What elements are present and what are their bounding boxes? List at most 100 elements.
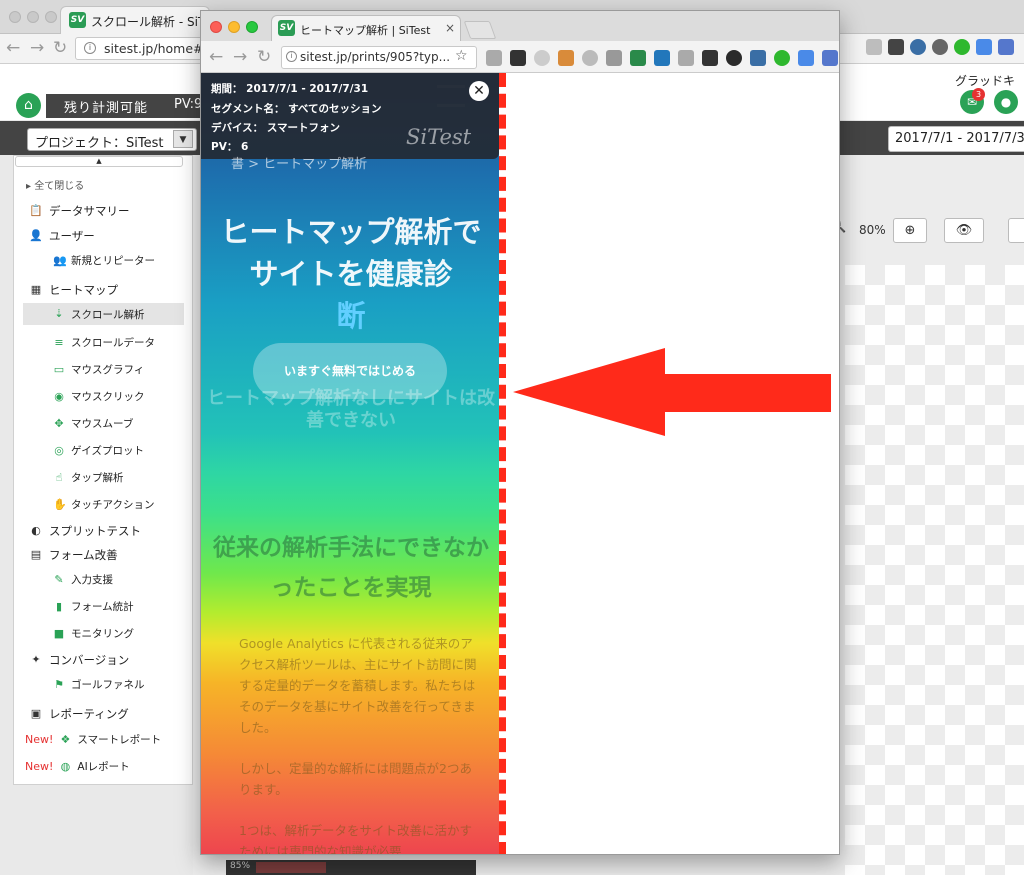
toolbar-button[interactable] — [1008, 218, 1024, 243]
report-icon: ▣ — [30, 707, 42, 720]
popup-tab[interactable]: SV ヒートマップ解析 | SiTest — [271, 15, 461, 41]
mouse-move-icon: ✥ — [54, 416, 64, 430]
home-icon[interactable]: ⌂ — [16, 93, 41, 118]
sidebar-item[interactable]: ■ モニタリング — [53, 626, 134, 641]
sidebar-item[interactable]: ◐ スプリットテスト — [29, 523, 141, 539]
sidebar-item[interactable]: ⚑ ゴールファネル — [53, 677, 144, 692]
window-close-button[interactable] — [9, 11, 21, 23]
project-select[interactable]: プロジェクト：SiTest — [27, 128, 197, 151]
sidebar-item[interactable]: 👤 ユーザー — [29, 228, 95, 244]
user-icon: 👤 — [29, 229, 43, 242]
body-paragraph: しかし、定量的な解析には問題点が2つあります。 — [239, 761, 472, 797]
sidebar-item[interactable]: ▦ ヒートマップ — [29, 282, 118, 298]
sidebar-item[interactable]: ◎ ゲイズプロット — [53, 443, 144, 458]
sitest-favicon-icon: SV — [278, 20, 295, 36]
hero-title-last: 断 — [336, 299, 366, 333]
forward-icon[interactable]: → — [30, 38, 44, 58]
calendar-ext-icon[interactable] — [510, 50, 526, 66]
sidebar-item[interactable]: New! ◍ AIレポート — [25, 759, 130, 774]
camera-ext-icon[interactable] — [866, 39, 882, 55]
popup-minimize-button[interactable] — [228, 21, 240, 33]
back-icon[interactable]: ← — [209, 47, 223, 67]
popup-close-button[interactable] — [210, 21, 222, 33]
glasses-ext-icon[interactable] — [702, 50, 718, 66]
tool-ext-icon[interactable] — [606, 50, 622, 66]
sidebar-item-label: レポーティング — [49, 707, 129, 721]
sidebar-item-label: ヒートマップ — [49, 283, 118, 297]
sidebar-item[interactable]: New! ❖ スマートレポート — [25, 732, 161, 747]
form-icon: ▤ — [30, 548, 42, 561]
reload-icon[interactable]: ↻ — [257, 47, 271, 67]
popup-url-input[interactable]: i sitest.jp/prints/905?typ... — [281, 46, 477, 69]
key-ext-icon[interactable] — [558, 50, 574, 66]
sidebar-item-label: スクロール解析 — [71, 308, 145, 321]
pen-ext-icon[interactable] — [630, 50, 646, 66]
reload-icon[interactable]: ↻ — [53, 38, 67, 58]
info-icon: i — [84, 42, 96, 54]
forward-icon[interactable]: → — [233, 47, 247, 67]
scroll-icon: ⇣ — [54, 307, 64, 320]
sidebar-item[interactable]: ✋ タッチアクション — [53, 497, 154, 512]
dark-ext-icon[interactable] — [726, 50, 742, 66]
bookmark-star-icon[interactable]: ☆ — [455, 48, 468, 64]
circle-ext-icon[interactable] — [910, 39, 926, 55]
sidebar-item-label: 新規とリピーター — [71, 255, 155, 267]
translate-ext-icon[interactable] — [822, 50, 838, 66]
body-paragraph: 1つは、解析データをサイト改善に活かすためには専門的な知識が必要 — [239, 823, 472, 855]
g-ext-icon[interactable] — [976, 39, 992, 55]
background-browser-tab[interactable]: SV スクロール解析 - SiTest — [60, 6, 210, 34]
breadcrumb[interactable]: 書 > ヒートマップ解析 — [231, 153, 367, 172]
photo-ext-icon[interactable] — [750, 50, 766, 66]
close-icon[interactable]: ✕ — [469, 81, 489, 101]
green-ext-icon[interactable] — [954, 39, 970, 55]
settings-ext-icon[interactable] — [582, 50, 598, 66]
camera-ext-icon[interactable] — [678, 50, 694, 66]
input-icon: ✎ — [54, 572, 64, 586]
glasses-ext-icon[interactable] — [888, 39, 904, 55]
sidebar-item[interactable]: 📋 データサマリー — [29, 203, 129, 219]
photo-ext-icon[interactable] — [932, 39, 948, 55]
popup-extension-toolbar: ⋮ — [486, 49, 839, 67]
url-input[interactable]: i sitest.jp/home#/pr — [75, 37, 215, 60]
tab-close-icon[interactable]: × — [445, 21, 455, 35]
account-icon[interactable]: ● — [994, 90, 1018, 114]
shield-ext-icon[interactable] — [534, 50, 550, 66]
green-ext-icon[interactable] — [774, 50, 790, 66]
sidebar-item[interactable]: ≡ スクロールデータ — [53, 335, 155, 350]
camera-icon: ■ — [53, 626, 65, 640]
sidebar-item-label: スマートレポート — [77, 734, 162, 746]
popup-zoom-button[interactable] — [246, 21, 258, 33]
sitest-favicon-icon: SV — [69, 12, 86, 28]
pv-counter: PV:9 — [174, 97, 203, 112]
scale-label: 85% — [230, 861, 251, 871]
sidebar-item[interactable]: ▮ フォーム統計 — [53, 599, 134, 614]
sidebar-item[interactable]: ☝ タップ解析 — [53, 470, 124, 485]
sidebar-item[interactable]: ✎ 入力支援 — [53, 572, 113, 587]
sidebar-item[interactable]: ▤ フォーム改善 — [29, 547, 118, 563]
sidebar-item[interactable]: ▭ マウスグラフィ — [53, 362, 145, 377]
sidebar-item[interactable]: ⇣ スクロール解析 — [23, 303, 184, 325]
sidebar-item[interactable]: ✦ コンバージョン — [29, 652, 129, 668]
chevron-down-icon[interactable]: ▼ — [173, 130, 193, 148]
tap-icon: ☝ — [55, 470, 63, 484]
body-paragraph: Google Analytics に代表される従来のアクセス解析ツールは、主にサ… — [239, 636, 477, 735]
s-ext-icon[interactable] — [654, 50, 670, 66]
g-ext-icon[interactable] — [798, 50, 814, 66]
back-icon[interactable]: ← — [6, 38, 20, 58]
window-zoom-button[interactable] — [45, 11, 57, 23]
eye-button[interactable]: 👁 — [944, 218, 984, 243]
sidebar-item[interactable]: 👥 新規とリピーター — [53, 253, 155, 268]
sidebar-item-label: スプリットテスト — [49, 524, 141, 538]
sidebar-item[interactable]: ▣ レポーティング — [29, 706, 129, 722]
gaze-icon: ◎ — [54, 443, 64, 457]
sidebar-item[interactable]: ✥ マウスムーブ — [53, 416, 133, 431]
collapse-up-button[interactable]: ▲ — [15, 156, 183, 167]
sidebar-item[interactable]: ◉ マウスクリック — [53, 389, 144, 404]
puzzle-ext-icon[interactable] — [486, 50, 502, 66]
collapse-all-link[interactable]: ▸ 全て閉じる — [26, 177, 84, 192]
date-range-input[interactable]: 2017/7/1 - 2017/7/31 — [888, 126, 1024, 152]
info-segment: セグメント名： すべてのセッション — [211, 103, 382, 115]
window-minimize-button[interactable] — [27, 11, 39, 23]
translate-ext-icon[interactable] — [998, 39, 1014, 55]
zoom-in-button[interactable]: ⊕ — [893, 218, 927, 243]
